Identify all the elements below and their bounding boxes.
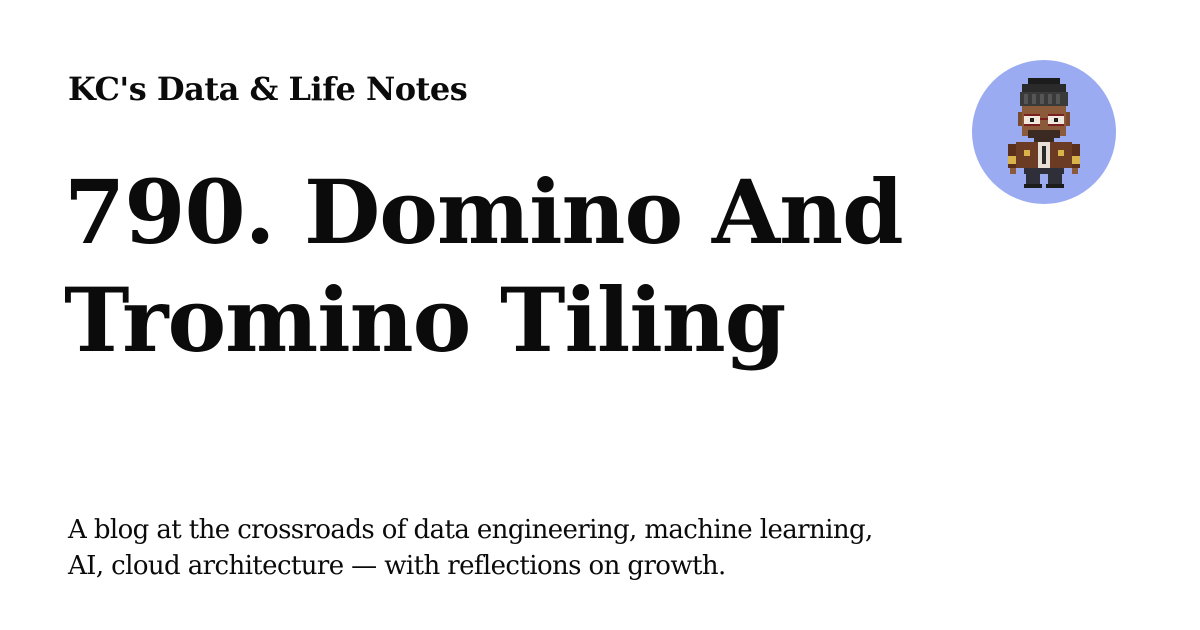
pixel-art-character-icon xyxy=(1008,78,1080,188)
site-description: A blog at the crossroads of data enginee… xyxy=(68,515,873,581)
avatar xyxy=(972,60,1116,204)
site-name: KC's Data & Life Notes xyxy=(68,70,468,108)
social-card: KC's Data & Life Notes 790. Domino And T… xyxy=(0,0,1200,630)
post-title: 790. Domino And Tromino Tiling xyxy=(64,160,904,372)
